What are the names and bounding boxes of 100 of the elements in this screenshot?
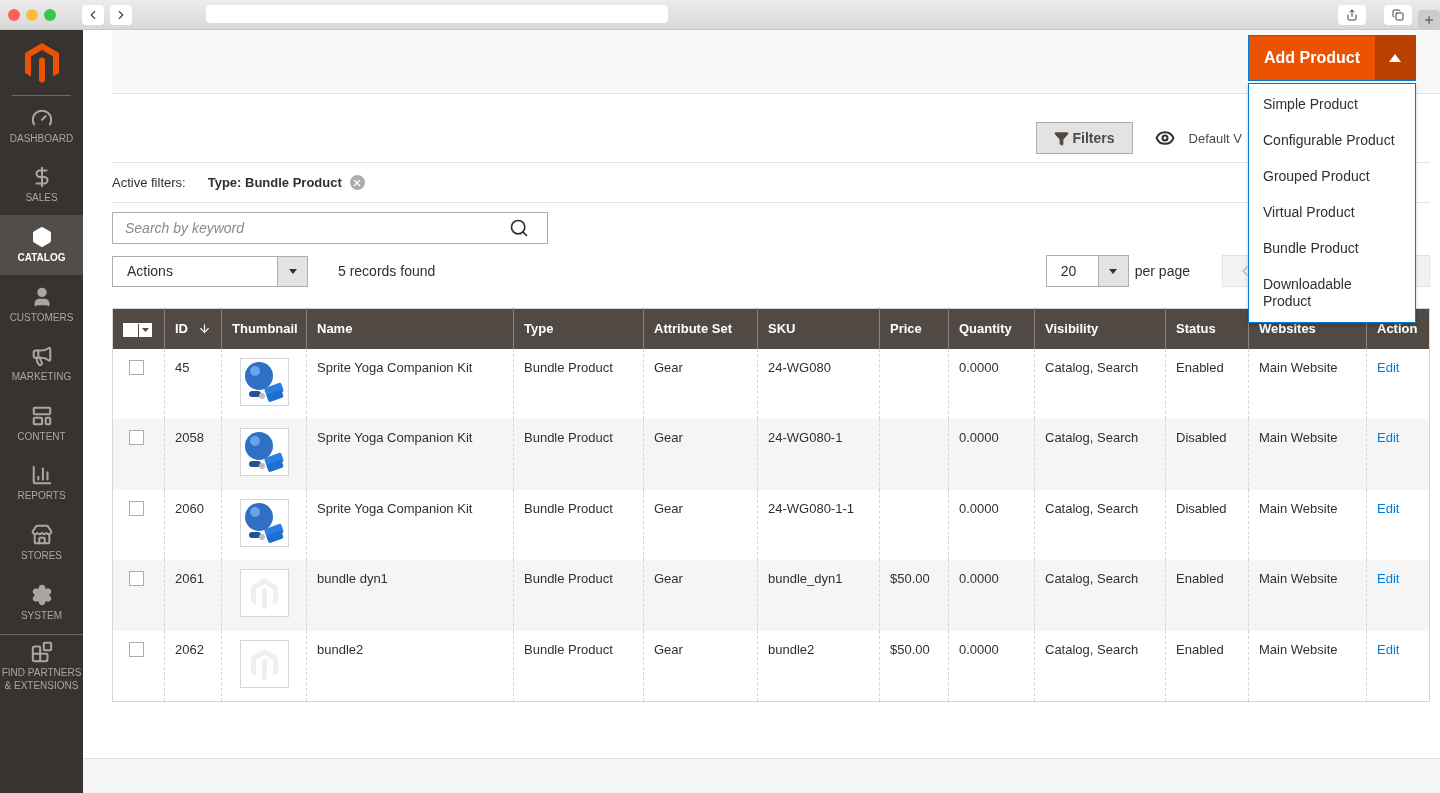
- table-cell: Bundle Product: [524, 430, 613, 446]
- mass-select-control[interactable]: [123, 323, 152, 338]
- actions-dropdown[interactable]: Actions: [112, 255, 308, 287]
- placeholder-image: [240, 639, 289, 688]
- table-cell: 2060: [175, 500, 204, 516]
- edit-link[interactable]: Edit: [1377, 430, 1400, 446]
- caret-icon: [1389, 54, 1401, 62]
- table-cell: Gear: [654, 571, 683, 587]
- table-cell: Gear: [654, 641, 683, 657]
- table-cell: Catalog, Search: [1045, 500, 1139, 516]
- menu-item[interactable]: Bundle Product: [1249, 232, 1415, 268]
- column-header[interactable]: SKU: [757, 308, 880, 349]
- column-header[interactable]: Name: [306, 308, 514, 349]
- megaphone-icon: [30, 345, 53, 368]
- table-cell: 2058: [175, 430, 204, 446]
- menu-item[interactable]: Configurable Product: [1249, 124, 1415, 160]
- edit-link[interactable]: Edit: [1377, 500, 1400, 516]
- table-cell: Catalog, Search: [1045, 641, 1139, 657]
- funnel-icon: [1053, 130, 1069, 146]
- records-count: 5 records found: [338, 263, 436, 279]
- per-page-label: per page: [1134, 263, 1190, 279]
- table-cell: Sprite Yoga Companion Kit: [317, 430, 473, 446]
- table-cell: 24-WG080: [768, 359, 831, 375]
- logo-icon[interactable]: [24, 42, 59, 83]
- store-icon: [30, 523, 53, 546]
- column-header[interactable]: Price: [879, 308, 949, 349]
- zoom-dot[interactable]: [44, 8, 56, 21]
- add-product-toggle[interactable]: [1375, 36, 1415, 80]
- minimize-dot[interactable]: [26, 8, 38, 21]
- table-cell: Sprite Yoga Companion Kit: [317, 359, 473, 375]
- view-switcher[interactable]: Default V: [1154, 122, 1242, 154]
- row-checkbox[interactable]: [129, 430, 144, 446]
- table-cell: Catalog, Search: [1045, 430, 1139, 446]
- column-header[interactable]: ID: [164, 308, 222, 349]
- forward-button[interactable]: [110, 4, 132, 25]
- row-checkbox[interactable]: [129, 641, 144, 657]
- active-filters-label: Active filters:: [112, 175, 186, 190]
- table-cell: Bundle Product: [524, 641, 613, 657]
- table-cell: 0.0000: [959, 500, 999, 516]
- table-cell: bundle2: [768, 641, 815, 657]
- menu-item[interactable]: Grouped Product: [1249, 160, 1415, 196]
- table-cell: 24-WG080-1-1: [768, 500, 854, 516]
- active-filter-label: Type: Bundle Product: [207, 175, 342, 190]
- column-header[interactable]: Thumbnail: [221, 308, 307, 349]
- column-header[interactable]: Attribute Set: [643, 308, 758, 349]
- table-cell: Sprite Yoga Companion Kit: [317, 500, 473, 516]
- sidebar-item[interactable]: FIND PARTNERS & EXTENSIONS: [0, 634, 83, 699]
- share-icon: [1346, 8, 1358, 21]
- table-cell: Gear: [654, 430, 683, 446]
- filters-button[interactable]: Filters: [1035, 122, 1133, 154]
- placeholder-image: [240, 569, 289, 618]
- column-header[interactable]: Type: [513, 308, 644, 349]
- column-header[interactable]: Visibility: [1034, 308, 1166, 349]
- edit-link[interactable]: Edit: [1377, 571, 1400, 587]
- close-dot[interactable]: [8, 8, 20, 21]
- edit-link[interactable]: Edit: [1377, 641, 1400, 657]
- sidebar-item[interactable]: STORES: [0, 513, 83, 573]
- sidebar-item[interactable]: SYSTEM: [0, 572, 83, 633]
- table-cell: bundle2: [317, 641, 364, 657]
- table-cell: 2061: [175, 571, 204, 587]
- sidebar-item[interactable]: SALES: [0, 155, 83, 216]
- sidebar-item[interactable]: CUSTOMERS: [0, 274, 83, 335]
- edit-link[interactable]: Edit: [1377, 359, 1400, 375]
- table-cell: 0.0000: [959, 430, 999, 446]
- back-button[interactable]: [82, 4, 104, 25]
- table-cell: Catalog, Search: [1045, 359, 1139, 375]
- table-cell: Disabled: [1176, 500, 1227, 516]
- table-cell: 45: [175, 359, 190, 375]
- tabs-button[interactable]: [1384, 4, 1412, 25]
- sidebar-item[interactable]: CONTENT: [0, 393, 83, 454]
- caret-icon: [288, 268, 297, 274]
- new-tab-button[interactable]: [1418, 9, 1440, 30]
- column-header[interactable]: Status: [1165, 308, 1249, 349]
- tabs-icon: [1392, 8, 1404, 21]
- sidebar-item[interactable]: DASHBOARD: [0, 96, 83, 156]
- add-product-button[interactable]: Add Product: [1249, 36, 1375, 80]
- per-page-dropdown[interactable]: 20: [1045, 255, 1129, 287]
- table-cell: 0.0000: [959, 641, 999, 657]
- table-cell: 0.0000: [959, 571, 999, 587]
- share-button[interactable]: [1338, 4, 1366, 25]
- table-cell: Enabled: [1176, 641, 1224, 657]
- caret-icon: [1109, 268, 1118, 274]
- table-cell: Main Website: [1259, 359, 1338, 375]
- column-header[interactable]: Quantity: [948, 308, 1035, 349]
- search-icon[interactable]: [509, 218, 529, 238]
- table-cell: 24-WG080-1: [768, 430, 843, 446]
- table-cell: bundle_dyn1: [768, 571, 843, 587]
- menu-item[interactable]: Simple Product: [1249, 88, 1415, 124]
- sidebar-item[interactable]: CATALOG: [0, 215, 83, 275]
- bar-chart-icon: [30, 464, 53, 487]
- sidebar-item[interactable]: MARKETING: [0, 334, 83, 394]
- menu-item[interactable]: Virtual Product: [1249, 196, 1415, 232]
- search-field[interactable]: Search by keyword: [112, 212, 548, 244]
- row-checkbox[interactable]: [129, 571, 144, 587]
- remove-filter-icon[interactable]: [349, 175, 365, 190]
- caret-icon: [141, 328, 149, 333]
- table-cell: Gear: [654, 500, 683, 516]
- row-checkbox[interactable]: [129, 500, 144, 516]
- row-checkbox[interactable]: [129, 359, 144, 375]
- sidebar-item[interactable]: REPORTS: [0, 453, 83, 514]
